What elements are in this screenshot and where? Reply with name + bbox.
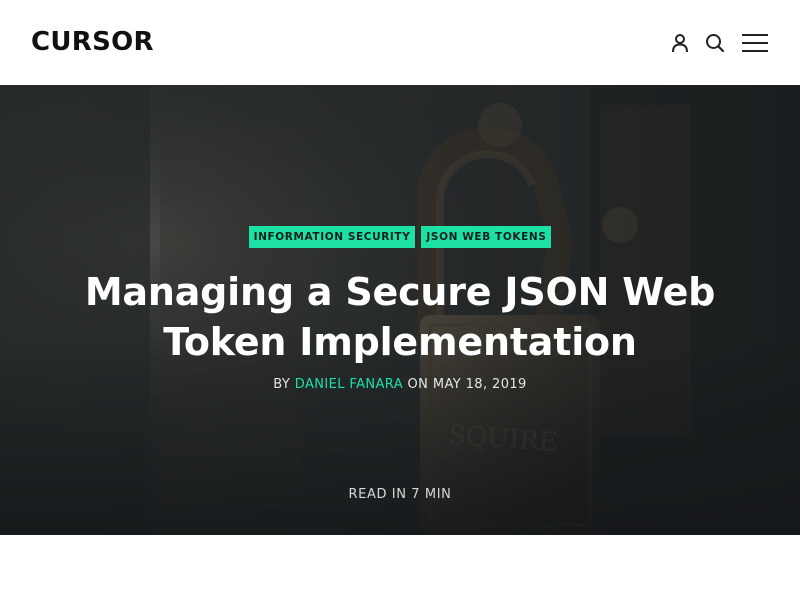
site-logo[interactable]: CURSOR bbox=[31, 26, 154, 58]
category-tags: INFORMATION SECURITY JSON WEB TOKENS bbox=[0, 226, 800, 248]
header-actions bbox=[670, 30, 768, 56]
publish-date: MAY 18, 2019 bbox=[432, 377, 527, 392]
tag-information-security[interactable]: INFORMATION SECURITY bbox=[248, 226, 416, 248]
article-title: Managing a Secure JSON Web Token Impleme… bbox=[84, 270, 716, 364]
tag-json-web-tokens[interactable]: JSON WEB TOKENS bbox=[421, 226, 552, 248]
menu-icon[interactable] bbox=[742, 31, 768, 55]
site-header: CURSOR bbox=[0, 0, 800, 85]
hero-banner: SQUIRE INFORMATION SECURITY JSON WEB TOK… bbox=[0, 85, 800, 535]
byline-prefix: BY bbox=[273, 377, 291, 392]
search-icon[interactable] bbox=[705, 31, 725, 55]
user-icon[interactable] bbox=[670, 31, 690, 55]
read-time: READ IN 7 MIN bbox=[348, 487, 452, 502]
article-byline: BY DANIEL FANARA ON MAY 18, 2019 bbox=[0, 377, 800, 393]
byline-connector: ON bbox=[407, 377, 429, 392]
author-link[interactable]: DANIEL FANARA bbox=[295, 377, 403, 392]
